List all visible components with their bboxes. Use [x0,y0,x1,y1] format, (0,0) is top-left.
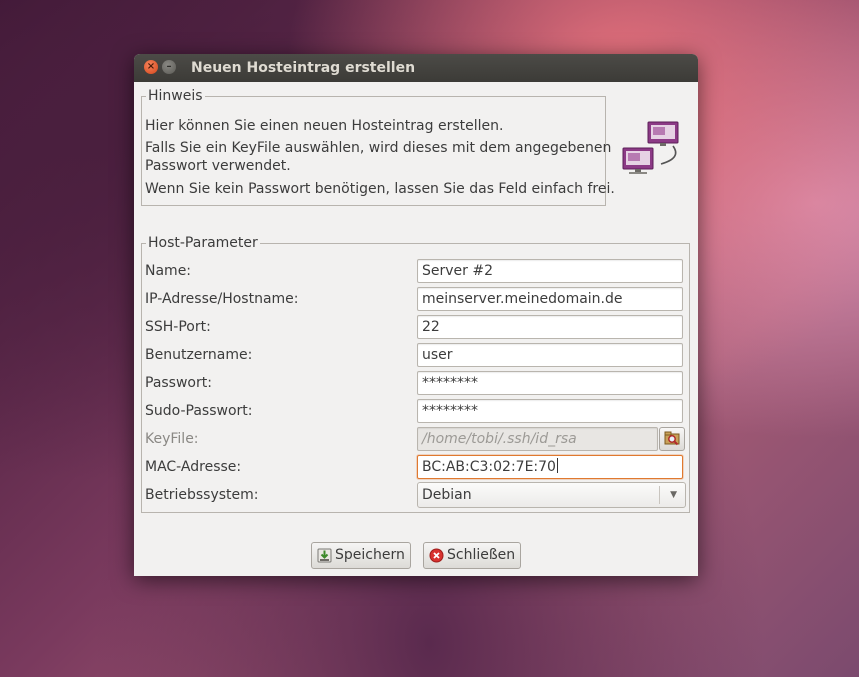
ssh-port-label: SSH-Port: [145,319,211,335]
folder-search-icon [664,431,680,446]
hint-legend: Hinweis [146,88,205,104]
minimize-window-button[interactable]: – [162,60,176,74]
os-select[interactable]: Debian ▼ [417,482,686,508]
close-button[interactable]: Schließen [423,542,521,569]
network-computers-icon [621,120,681,180]
mac-address-value: BC:AB:C3:02:7E:70 [422,459,556,475]
name-label: Name: [145,263,192,279]
save-button-label: Speichern [335,547,405,563]
ssh-port-input[interactable]: 22 [417,315,683,339]
chevron-down-icon: ▼ [670,490,677,500]
select-separator [659,486,660,504]
close-circle-icon [429,548,444,563]
close-window-button[interactable]: × [144,60,158,74]
sudo-password-input[interactable]: ******** [417,399,683,423]
mac-address-input[interactable]: BC:AB:C3:02:7E:70 [417,455,683,479]
username-input[interactable]: user [417,343,683,367]
os-label: Betriebssystem: [145,487,259,503]
host-label: IP-Adresse/Hostname: [145,291,299,307]
save-button[interactable]: Speichern [311,542,411,569]
hint-line-4: Wenn Sie kein Passwort benötigen, lassen… [145,181,615,197]
keyfile-browse-button[interactable] [659,427,685,451]
keyfile-label: KeyFile: [145,431,199,447]
host-params-legend: Host-Parameter [146,235,260,251]
hint-line-2: Falls Sie ein KeyFile auswählen, wird di… [145,140,612,156]
os-select-value: Debian [422,487,472,503]
text-caret [556,458,558,473]
window-title: Neuen Hosteintrag erstellen [191,60,416,76]
save-icon [317,548,332,563]
host-input[interactable]: meinserver.meinedomain.de [417,287,683,311]
sudo-password-label: Sudo-Passwort: [145,403,253,419]
titlebar: × – Neuen Hosteintrag erstellen [134,54,698,82]
keyfile-input: /home/tobi/.ssh/id_rsa [417,427,658,451]
dialog-window: × – Neuen Hosteintrag erstellen Hinweis … [134,54,698,576]
mac-address-label: MAC-Adresse: [145,459,242,475]
hint-line-3: Passwort verwendet. [145,158,291,174]
close-button-label: Schließen [447,547,516,563]
name-input[interactable]: Server #2 [417,259,683,283]
hint-line-1: Hier können Sie einen neuen Hosteintrag … [145,118,504,134]
username-label: Benutzername: [145,347,253,363]
password-label: Passwort: [145,375,212,391]
password-input[interactable]: ******** [417,371,683,395]
